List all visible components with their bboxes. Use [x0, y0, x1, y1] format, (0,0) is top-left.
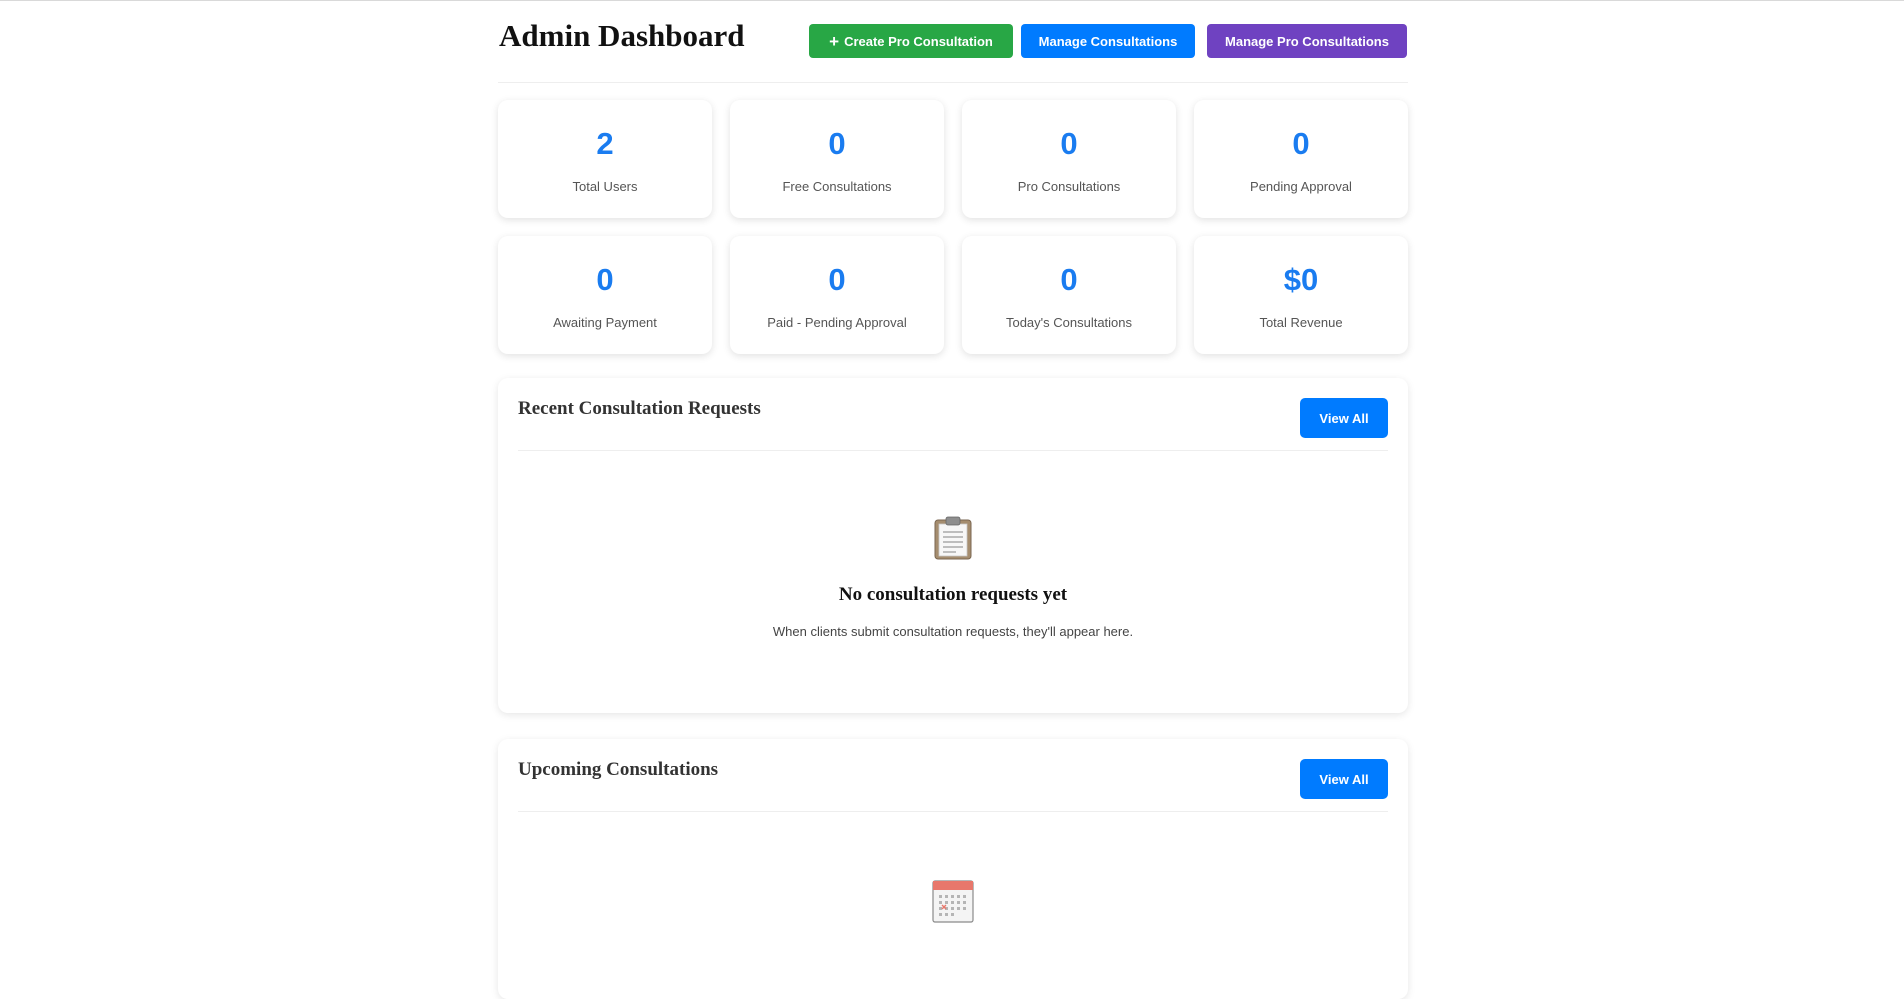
plus-icon: + — [829, 31, 840, 51]
clipboard-icon — [934, 516, 972, 565]
stat-value: 0 — [1060, 126, 1078, 161]
divider — [518, 811, 1388, 812]
stat-value: 0 — [1292, 126, 1310, 161]
stat-card-awaiting-payment: 0 Awaiting Payment — [498, 236, 712, 354]
create-pro-consultation-button[interactable]: + Create Pro Consultation — [809, 24, 1013, 58]
stat-value: 0 — [596, 262, 614, 297]
manage-consultations-label: Manage Consultations — [1038, 33, 1178, 49]
empty-state-text: When clients submit consultation request… — [772, 624, 1134, 639]
stat-card-total-revenue: $0 Total Revenue — [1194, 236, 1408, 354]
recent-requests-title: Recent Consultation Requests — [518, 398, 761, 419]
stat-value: 0 — [1060, 262, 1078, 297]
calendar-icon — [932, 879, 974, 928]
stat-card-paid-pending-approval: 0 Paid - Pending Approval — [730, 236, 944, 354]
stat-card-pending-approval: 0 Pending Approval — [1194, 100, 1408, 218]
divider — [518, 450, 1388, 451]
manage-consultations-button[interactable]: Manage Consultations — [1021, 24, 1195, 58]
stat-label: Total Users — [572, 179, 638, 194]
stat-label: Free Consultations — [782, 179, 892, 194]
stat-card-pro-consultations: 0 Pro Consultations — [962, 100, 1176, 218]
stat-label: Awaiting Payment — [553, 315, 657, 330]
empty-state-title: No consultation requests yet — [838, 584, 1068, 605]
stat-label: Paid - Pending Approval — [767, 315, 907, 330]
stat-card-total-users: 2 Total Users — [498, 100, 712, 218]
stat-label: Today's Consultations — [1005, 315, 1133, 330]
dashboard-container: Admin Dashboard + Create Pro Consultatio… — [498, 0, 1408, 999]
stat-label: Pro Consultations — [1017, 179, 1121, 194]
manage-pro-consultations-button[interactable]: Manage Pro Consultations — [1207, 24, 1407, 58]
stat-value: 0 — [828, 126, 846, 161]
page-title: Admin Dashboard — [499, 18, 745, 53]
manage-pro-consultations-label: Manage Pro Consultations — [1225, 33, 1389, 49]
stat-label: Total Revenue — [1259, 315, 1343, 330]
upcoming-consultations-title: Upcoming Consultations — [518, 759, 719, 780]
stat-value: 2 — [596, 126, 614, 161]
upcoming-view-all-button[interactable]: View All — [1300, 759, 1388, 799]
recent-requests-panel: Recent Consultation Requests View All No… — [498, 378, 1408, 713]
stat-card-free-consultations: 0 Free Consultations — [730, 100, 944, 218]
dashboard-header: Admin Dashboard + Create Pro Consultatio… — [498, 0, 1408, 83]
upcoming-consultations-panel: Upcoming Consultations View All — [498, 739, 1408, 999]
stat-value: 0 — [828, 262, 846, 297]
recent-view-all-button[interactable]: View All — [1300, 398, 1388, 438]
stat-value: $0 — [1283, 262, 1319, 297]
create-pro-consultation-label: Create Pro Consultation — [844, 33, 993, 49]
stat-label: Pending Approval — [1250, 179, 1352, 194]
stat-card-todays-consultations: 0 Today's Consultations — [962, 236, 1176, 354]
